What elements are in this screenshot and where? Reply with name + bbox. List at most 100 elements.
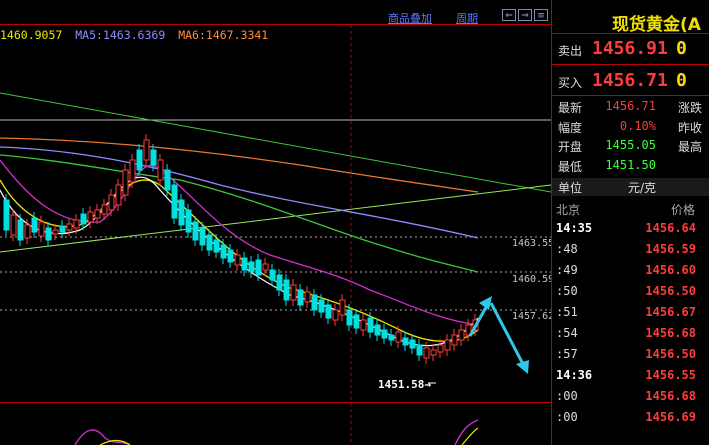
- candle-body: [227, 249, 234, 263]
- candle-body: [290, 284, 297, 301]
- candle-body: [248, 261, 255, 273]
- candle-body: [444, 339, 451, 351]
- tick-time: :54: [556, 326, 578, 340]
- tick-row: :00 1456.69: [552, 410, 709, 431]
- tick-row: :48 1456.59: [552, 242, 709, 263]
- ma-legend-ma6: MA6:1467.3341: [178, 28, 269, 42]
- candle-body: [143, 139, 150, 161]
- nav-next-button[interactable]: ⇒: [518, 9, 532, 21]
- ma-legend-1: 1460.9057: [0, 28, 63, 42]
- stat-label-change: 涨跌: [678, 101, 703, 115]
- candle-body: [381, 329, 388, 339]
- candle-body: [45, 227, 52, 241]
- candle-body: [367, 317, 374, 333]
- candle-body: [311, 294, 318, 311]
- candle-body: [101, 204, 108, 215]
- candle-body: [297, 289, 304, 306]
- candle-body: [269, 269, 276, 281]
- candle-body: [164, 169, 171, 191]
- candle-body: [234, 254, 241, 266]
- period-button[interactable]: 周期: [456, 10, 478, 26]
- candle-body: [304, 291, 311, 303]
- candle-body: [395, 331, 402, 343]
- candle-body: [451, 334, 458, 346]
- candle-body: [94, 209, 101, 219]
- candle-body: [185, 209, 192, 233]
- tick-row: 14:36 1456.55: [552, 368, 709, 389]
- tick-time: :48: [556, 242, 578, 256]
- stat-value-open: 1455.05: [605, 138, 656, 152]
- tick-price: 1456.64: [645, 221, 696, 235]
- tick-row: 14:35 1456.64: [552, 221, 709, 242]
- tick-time: 14:36: [556, 368, 593, 382]
- tick-time: :51: [556, 305, 578, 319]
- candle-body: [17, 219, 24, 241]
- buy-label: 买入: [558, 76, 583, 90]
- candle-body: [346, 309, 353, 326]
- sell-label: 卖出: [558, 44, 583, 58]
- candle-body: [339, 299, 346, 316]
- candlestick-chart[interactable]: [0, 0, 551, 445]
- quote-panel: 现货黄金(A 卖出 1456.91 0 买入 1456.71 0 最新 1456…: [551, 0, 709, 445]
- sub-indicator-yellow: [99, 439, 131, 445]
- candle-body: [220, 244, 227, 259]
- overlay-button[interactable]: 商品叠加: [388, 10, 432, 26]
- candle-body: [129, 159, 136, 183]
- nav-prev-button[interactable]: ⇐: [502, 9, 516, 21]
- candle-body: [374, 324, 381, 336]
- candle-body: [3, 199, 10, 231]
- tick-time: :00: [556, 410, 578, 424]
- buy-volume: 0: [676, 70, 687, 91]
- ma-legend-ma5: MA5:1463.6369: [75, 28, 166, 42]
- candle-body: [115, 184, 122, 206]
- candle-body: [38, 221, 45, 237]
- tick-price: 1456.50: [645, 347, 696, 361]
- tick-row: :00 1456.68: [552, 389, 709, 410]
- tick-row: :50 1456.50: [552, 284, 709, 305]
- candle-body: [255, 259, 262, 276]
- candle-body: [283, 279, 290, 301]
- stat-value-range: 0.10%: [619, 119, 656, 133]
- unit-label: 单位: [558, 181, 583, 195]
- candle-body: [150, 149, 157, 166]
- tick-price: 1456.69: [645, 410, 696, 424]
- tick-price: 1456.68: [645, 326, 696, 340]
- candle-body: [409, 339, 416, 349]
- price-level-2: 1460.59: [512, 274, 555, 285]
- tick-time: :49: [556, 263, 578, 277]
- nav-menu-button[interactable]: ≡: [534, 9, 548, 21]
- tick-time: :50: [556, 284, 578, 298]
- stat-value-latest: 1456.71: [605, 99, 656, 113]
- candle-body: [360, 319, 367, 331]
- tick-price: 1456.50: [645, 284, 696, 298]
- candle-body: [87, 211, 94, 223]
- sell-volume: 0: [676, 38, 687, 59]
- region-label: 北京: [556, 203, 581, 217]
- candle-body: [199, 227, 206, 246]
- buy-price: 1456.71: [592, 70, 668, 91]
- candle-body: [318, 299, 325, 313]
- candle-body: [80, 213, 87, 225]
- candle-body: [276, 274, 283, 291]
- candle-body: [136, 149, 143, 171]
- tick-price: 1456.59: [645, 242, 696, 256]
- price-level-3: 1457.62: [512, 311, 555, 322]
- candle-body: [262, 263, 269, 271]
- candle-body: [458, 329, 465, 341]
- candle-body: [59, 225, 66, 233]
- tick-price: 1456.68: [645, 389, 696, 403]
- candle-body: [171, 184, 178, 219]
- tick-time: :57: [556, 347, 578, 361]
- ma-magenta-line: [0, 159, 479, 326]
- low-price-marker: 1451.58→: [378, 378, 431, 391]
- candle-body: [24, 224, 31, 239]
- candle-body: [213, 239, 220, 253]
- tick-price: 1456.67: [645, 305, 696, 319]
- unit-row: 单位 元/克: [552, 178, 709, 196]
- tick-time: :00: [556, 389, 578, 403]
- candle-body: [10, 214, 17, 236]
- candle-body: [52, 229, 59, 235]
- candle-body: [416, 344, 423, 356]
- ma-green-line: [0, 154, 479, 273]
- price-level-1: 1463.55: [512, 238, 555, 249]
